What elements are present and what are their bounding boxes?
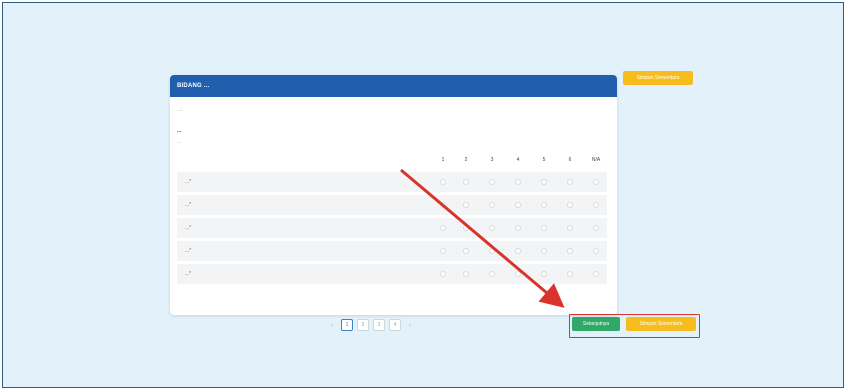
annotation-arrow [400, 168, 565, 308]
annotation-arrow-line [400, 168, 565, 308]
